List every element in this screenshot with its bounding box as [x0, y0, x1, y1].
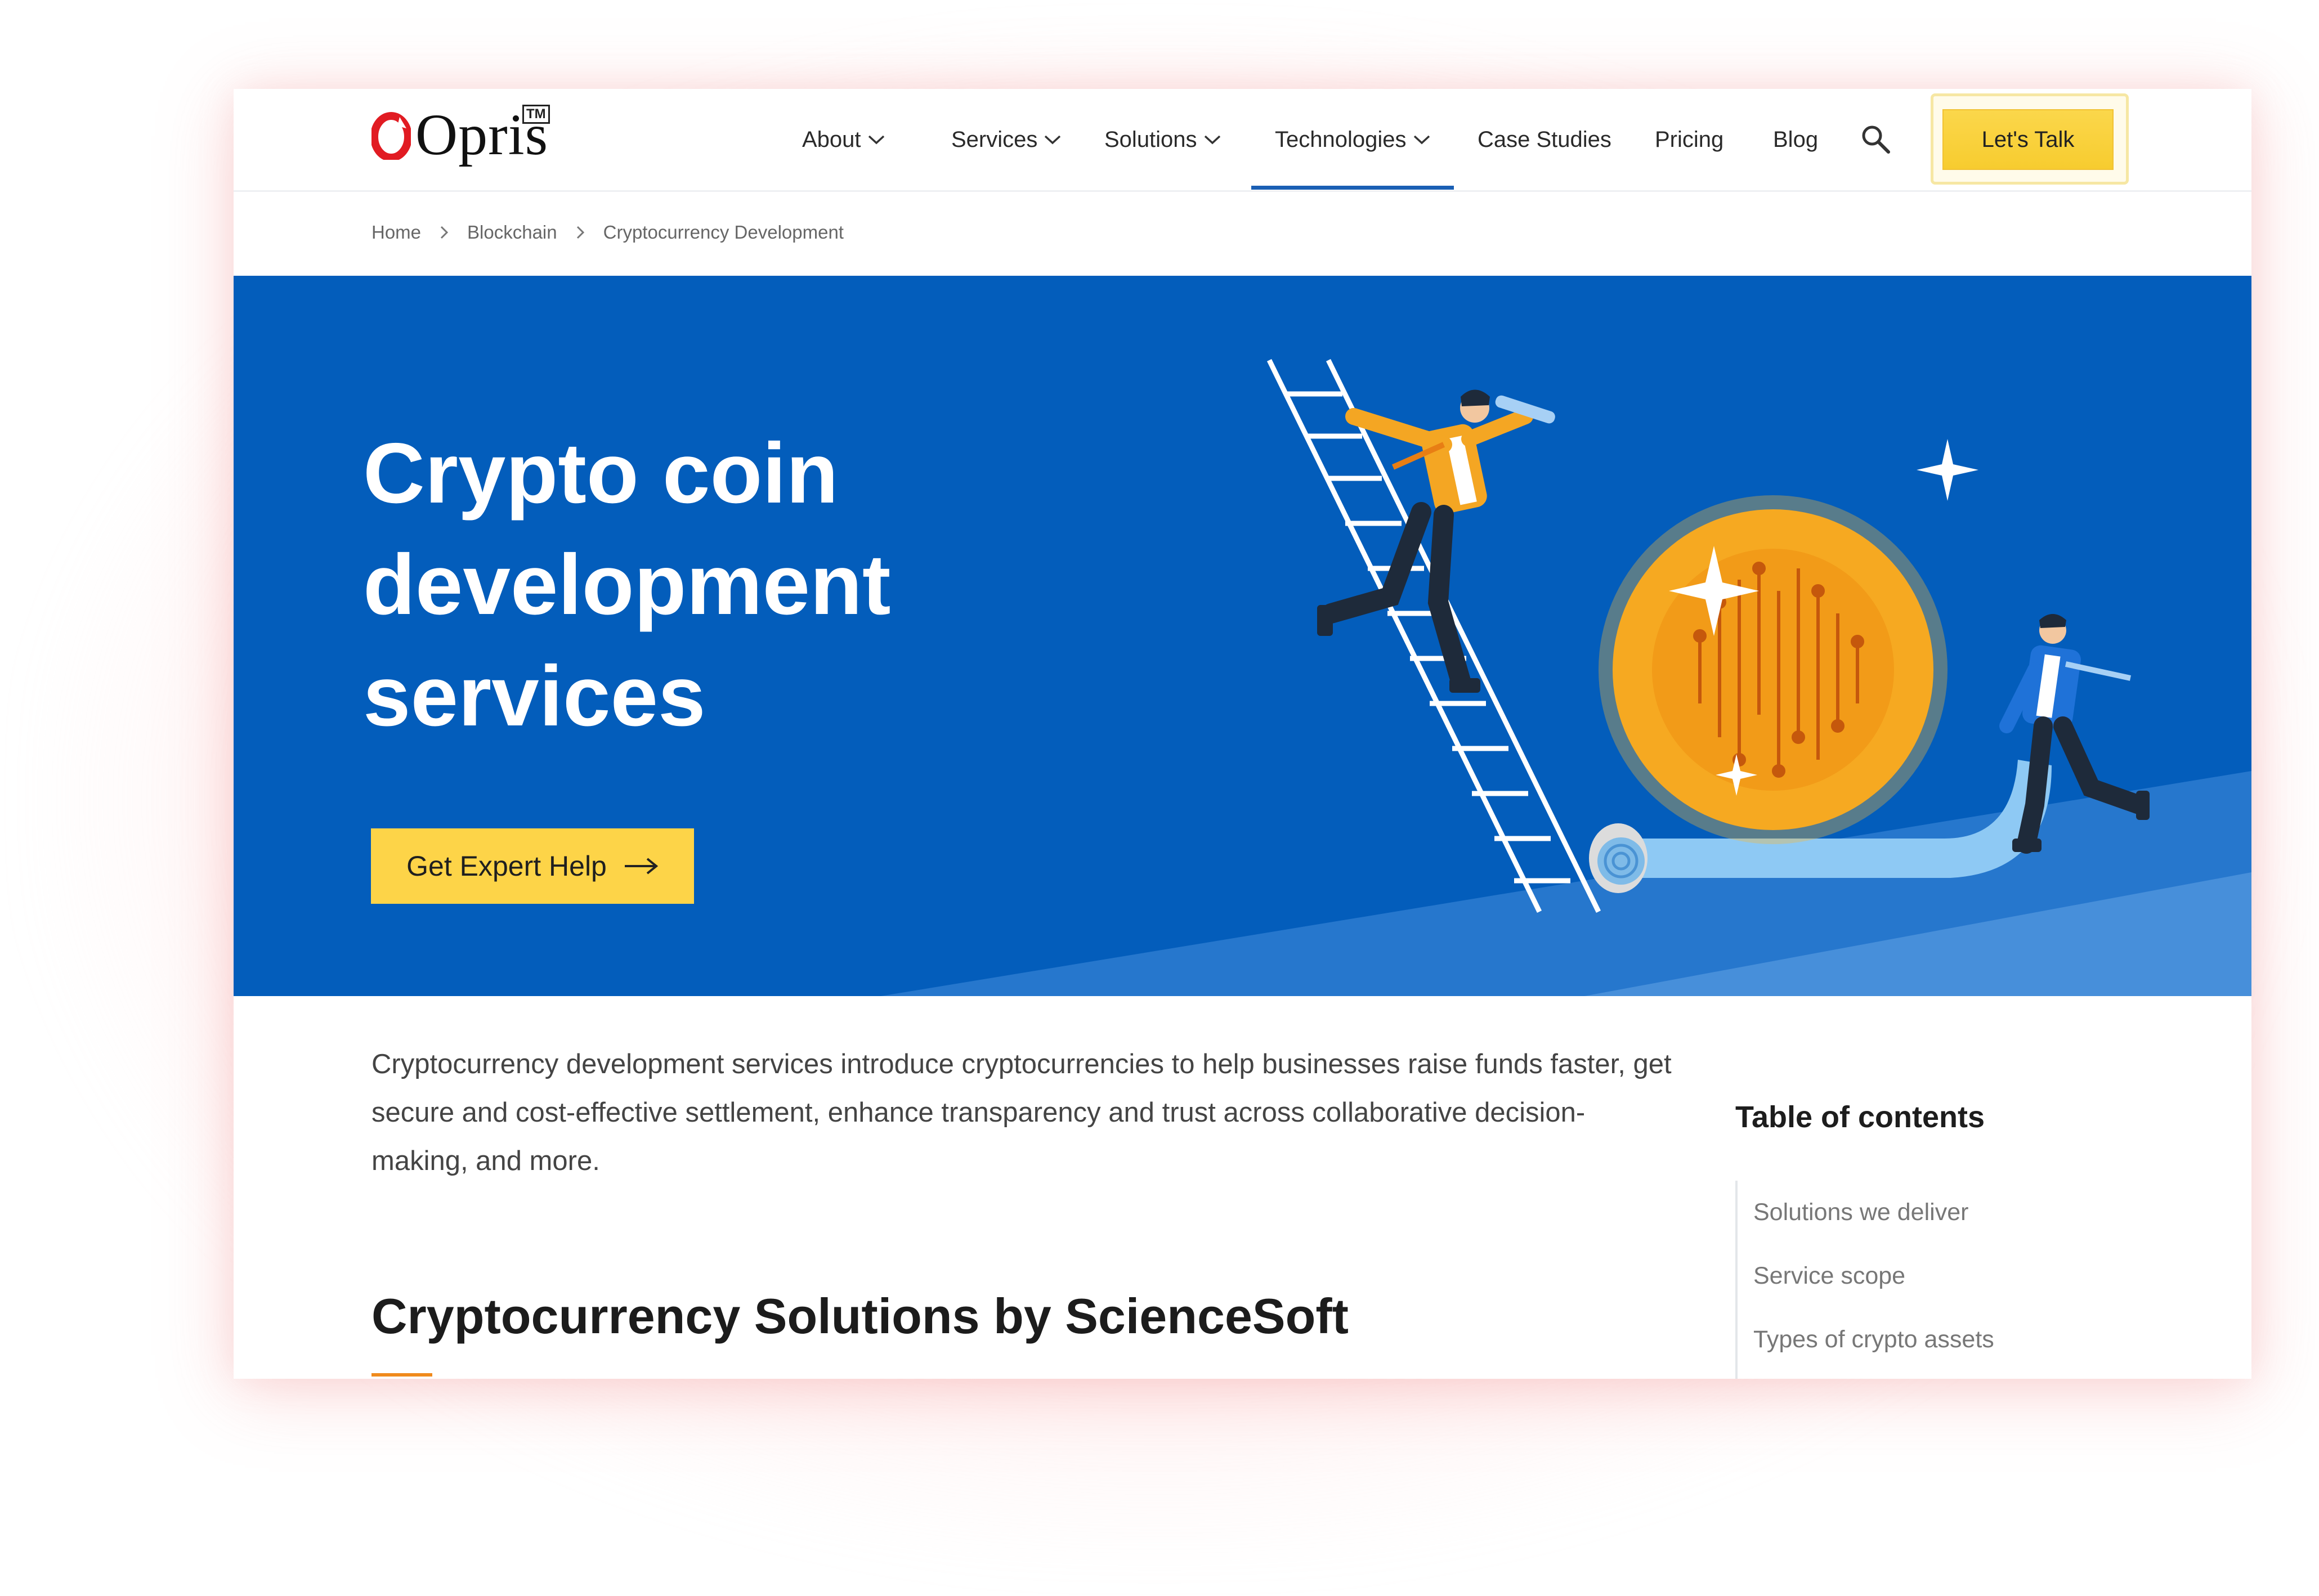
toc-divider [1735, 1181, 1738, 1379]
nav-technologies[interactable]: Technologies [1275, 89, 1431, 190]
section-heading: Cryptocurrency Solutions by ScienceSoft [371, 1288, 1349, 1344]
hero-title-line: Crypto coin [363, 425, 839, 521]
hero-title: Crypto coin development services [363, 418, 1095, 752]
hero-title-line: development [363, 537, 891, 633]
crypto-coin [1599, 495, 1948, 844]
chevron-down-icon [1204, 135, 1220, 145]
breadcrumb-home[interactable]: Home [371, 222, 421, 243]
nav-label: Pricing [1655, 127, 1724, 152]
intro-paragraph: Cryptocurrency development services intr… [371, 1049, 1672, 1176]
nav-blog[interactable]: Blog [1773, 89, 1818, 190]
nav-label: Technologies [1275, 127, 1407, 152]
breadcrumb: Home Blockchain Cryptocurrency Developme… [371, 216, 844, 249]
heading-underline [371, 1373, 432, 1377]
get-expert-help-button[interactable]: Get Expert Help [371, 828, 694, 904]
nav-solutions[interactable]: Solutions [1104, 89, 1222, 190]
site-header: Opris TM About Services Solutions Techno… [234, 89, 2251, 192]
chevron-right-icon [440, 226, 449, 239]
toc-title: Table of contents [1735, 1100, 1985, 1134]
nav-case-studies[interactable]: Case Studies [1478, 89, 1611, 190]
nav-label: Solutions [1104, 127, 1197, 152]
hero-title-line: services [363, 648, 706, 744]
active-nav-indicator [1251, 186, 1454, 190]
nav-label: Blog [1773, 127, 1819, 152]
nav-label: About [802, 127, 861, 152]
nav-label: Services [951, 127, 1038, 152]
trademark-badge: TM [522, 105, 550, 124]
breadcrumb-blockchain[interactable]: Blockchain [467, 222, 557, 243]
toc-item-crypto-assets[interactable]: Types of crypto assets [1753, 1326, 1994, 1353]
search-icon[interactable] [1860, 124, 1891, 154]
browser-page: Opris TM About Services Solutions Techno… [234, 89, 2251, 1379]
toc-item-service-scope[interactable]: Service scope [1753, 1262, 1905, 1290]
toc-item-solutions[interactable]: Solutions we deliver [1753, 1199, 1968, 1226]
chevron-right-icon [576, 226, 584, 239]
chevron-down-icon [1045, 135, 1061, 145]
lets-talk-button[interactable]: Let's Talk [1944, 110, 2112, 169]
chevron-down-icon [868, 135, 884, 145]
hero-banner: Crypto coin development services Get Exp… [234, 276, 2251, 996]
logo-o-mark [371, 112, 411, 160]
nav-pricing[interactable]: Pricing [1655, 89, 1723, 190]
brand-logo[interactable]: Opris TM [371, 99, 557, 172]
breadcrumb-current: Cryptocurrency Development [603, 222, 844, 243]
chevron-down-icon [1413, 135, 1430, 145]
button-label: Get Expert Help [406, 850, 607, 882]
nav-about[interactable]: About [802, 89, 886, 190]
nav-services[interactable]: Services [951, 89, 1062, 190]
nav-label: Case Studies [1478, 127, 1611, 152]
arrow-right-icon [624, 858, 659, 875]
